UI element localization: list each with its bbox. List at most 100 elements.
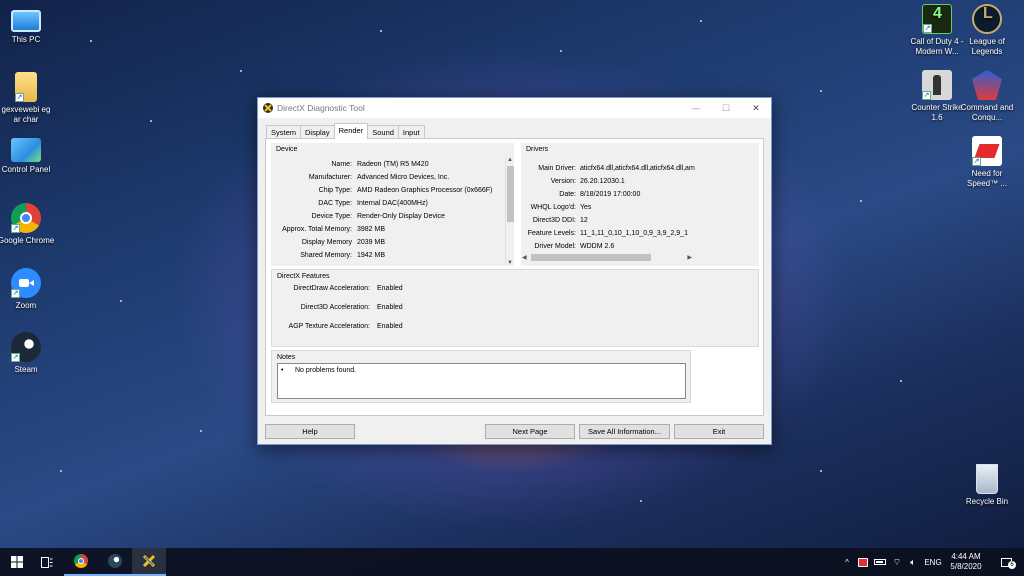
desktop-icon-label: Recycle Bin (965, 497, 1009, 506)
zoom-icon: ↗ (11, 268, 41, 298)
device-list[interactable]: Name: Radeon (TM) R5 M420 Manufacturer: Ad… (271, 157, 514, 266)
next-page-button[interactable]: Next Page (485, 424, 575, 439)
notes-textbox[interactable]: • No problems found. (277, 363, 686, 399)
device-row-value: 2039 MB (357, 239, 386, 246)
exit-button[interactable]: Exit (674, 424, 764, 439)
driver-row-key: Version: (550, 178, 576, 185)
device-scrollbar[interactable]: ▲ ▼ (505, 157, 514, 266)
clock-date: 5/8/2020 (950, 562, 982, 571)
desktop-icon-steam[interactable]: ↗ Steam (0, 332, 55, 375)
render-tab-panel: Device Name: Radeon (TM) R5 M420 Manufact… (265, 138, 764, 416)
close-button[interactable]: ✕ (741, 98, 771, 118)
save-all-information-button[interactable]: Save All Information... (579, 424, 670, 439)
desktop-icon-control-panel[interactable]: Control Panel (0, 138, 55, 175)
desktop-icon-folder[interactable]: ↗ gexvewebi eg ar char (0, 72, 55, 125)
dxdiag-window: DirectX Diagnostic Tool — ☐ ✕ System Dis… (257, 97, 772, 445)
taskbar-steam[interactable] (98, 548, 132, 576)
scroll-up-icon[interactable]: ▲ (507, 157, 513, 163)
drivers-list[interactable]: Main Driver: aticfx64.dll,aticfx64.dll,at… (521, 157, 759, 253)
device-row-value: 1942 MB (357, 252, 386, 259)
desktop-icon-command-conquer[interactable]: Command and Conqu... (958, 70, 1016, 123)
action-center-button[interactable]: 6 (994, 548, 1018, 576)
desktop-icon-label: Google Chrome (0, 236, 55, 245)
task-view-icon (41, 556, 53, 568)
minimize-button[interactable]: — (681, 98, 711, 118)
maximize-button[interactable]: ☐ (711, 98, 741, 118)
driver-row-value: 11_1,11_0,10_1,10_0,9_3,9_2,9_1 (580, 230, 688, 237)
battery-tray-icon[interactable] (872, 548, 888, 576)
desktop-icon-label: Call of Duty 4 - Modern W... (910, 37, 964, 56)
desktop-icon-league[interactable]: L League of Legends (958, 4, 1016, 57)
desktop-icon-need-for-speed[interactable]: ↗ Need for Speed™ ... (958, 136, 1016, 189)
help-button[interactable]: Help (265, 424, 355, 439)
note-item: No problems found. (295, 367, 357, 374)
feature-row-key: Direct3D Acceleration: (300, 304, 370, 311)
feature-row-value: Enabled (377, 285, 403, 292)
features-group-title: DirectX Features (277, 273, 330, 280)
driver-row-value: 12 (580, 217, 588, 224)
command-conquer-icon (972, 70, 1002, 100)
title-bar[interactable]: DirectX Diagnostic Tool — ☐ ✕ (258, 98, 771, 118)
recycle-bin-icon (976, 464, 998, 494)
desktop-icon-label: Need for Speed™ ... (966, 169, 1008, 188)
language-indicator[interactable]: ENG (922, 548, 944, 576)
device-row-key: Name: (331, 161, 352, 168)
device-row-key: Shared Memory: (300, 252, 352, 259)
device-row-key: DAC Type: (318, 200, 352, 207)
drivers-scrollbar[interactable]: ◀ ▶ (521, 253, 693, 262)
scroll-thumb[interactable] (507, 166, 514, 222)
desktop-icon-chrome[interactable]: ↗ Google Chrome (0, 203, 55, 246)
folder-icon: ↗ (15, 72, 37, 102)
scroll-left-icon[interactable]: ◀ (522, 254, 527, 261)
clock[interactable]: 4:44 AM 5/8/2020 (946, 548, 986, 576)
driver-row-key: Direct3D DDI: (532, 217, 576, 224)
device-row-value: 3982 MB (357, 226, 386, 233)
speaker-icon: 🔈︎ (910, 556, 916, 567)
show-hidden-icons-button[interactable]: ^ (840, 548, 854, 576)
driver-row-key: Driver Model: (534, 243, 576, 250)
driver-row-value: aticfx64.dll,aticfx64.dll,aticfx64.dll,a… (580, 165, 695, 172)
device-row-key: Approx. Total Memory: (282, 226, 352, 233)
driver-row-value: 8/18/2019 17:00:00 (580, 191, 641, 198)
driver-row-value: Yes (580, 204, 592, 211)
notes-group-title: Notes (277, 354, 296, 361)
feature-row-value: Enabled (377, 304, 403, 311)
dxdiag-app-icon (263, 103, 273, 113)
driver-row-key: Main Driver: (538, 165, 576, 172)
shield-icon (858, 557, 868, 567)
desktop-icon-this-pc[interactable]: This PC (0, 6, 55, 45)
notes-group: Notes • No problems found. (271, 350, 691, 403)
device-row-value: Render-Only Display Device (357, 213, 445, 220)
this-pc-icon (11, 10, 41, 32)
taskbar-dxdiag[interactable] (132, 548, 166, 576)
desktop-icon-recycle-bin[interactable]: Recycle Bin (958, 464, 1016, 507)
desktop-icon-zoom[interactable]: ↗ Zoom (0, 268, 55, 311)
desktop-icon-label: Steam (14, 365, 38, 374)
security-tray-icon[interactable] (856, 548, 870, 576)
feature-row-value: Enabled (377, 323, 403, 330)
start-button[interactable] (0, 548, 34, 576)
device-group: Device Name: Radeon (TM) R5 M420 Manufact… (271, 143, 514, 266)
counter-strike-icon: ↗ (922, 70, 952, 100)
scroll-thumb[interactable] (531, 254, 651, 261)
tab-render[interactable]: Render (333, 123, 369, 139)
driver-row-key: WHQL Logo'd: (530, 204, 576, 211)
taskbar-chrome[interactable] (64, 548, 98, 576)
steam-icon: ↗ (11, 332, 41, 362)
device-row-value: Internal DAC(400MHz) (357, 200, 428, 207)
taskbar: ^ ⌔ 🔈︎ ENG 4:44 AM 5/8/2020 6 (0, 548, 1024, 576)
dxdiag-icon (142, 554, 156, 568)
drivers-group-title: Drivers (526, 146, 549, 153)
feature-row-key: DirectDraw Acceleration: (293, 285, 370, 292)
scroll-right-icon[interactable]: ▶ (687, 254, 692, 261)
clock-time: 4:44 AM (951, 552, 981, 561)
device-row-value: Advanced Micro Devices, Inc. (357, 174, 450, 181)
cod4-icon: 4 ↗ (922, 4, 952, 34)
desktop-icon-label: Command and Conqu... (960, 103, 1014, 122)
volume-tray-icon[interactable]: 🔈︎ (906, 548, 920, 576)
desktop-icon-label: This PC (11, 35, 41, 44)
task-view-button[interactable] (30, 548, 64, 576)
network-tray-icon[interactable]: ⌔ (890, 548, 904, 576)
device-row-key: Display Memory (301, 239, 352, 246)
scroll-down-icon[interactable]: ▼ (507, 260, 513, 266)
